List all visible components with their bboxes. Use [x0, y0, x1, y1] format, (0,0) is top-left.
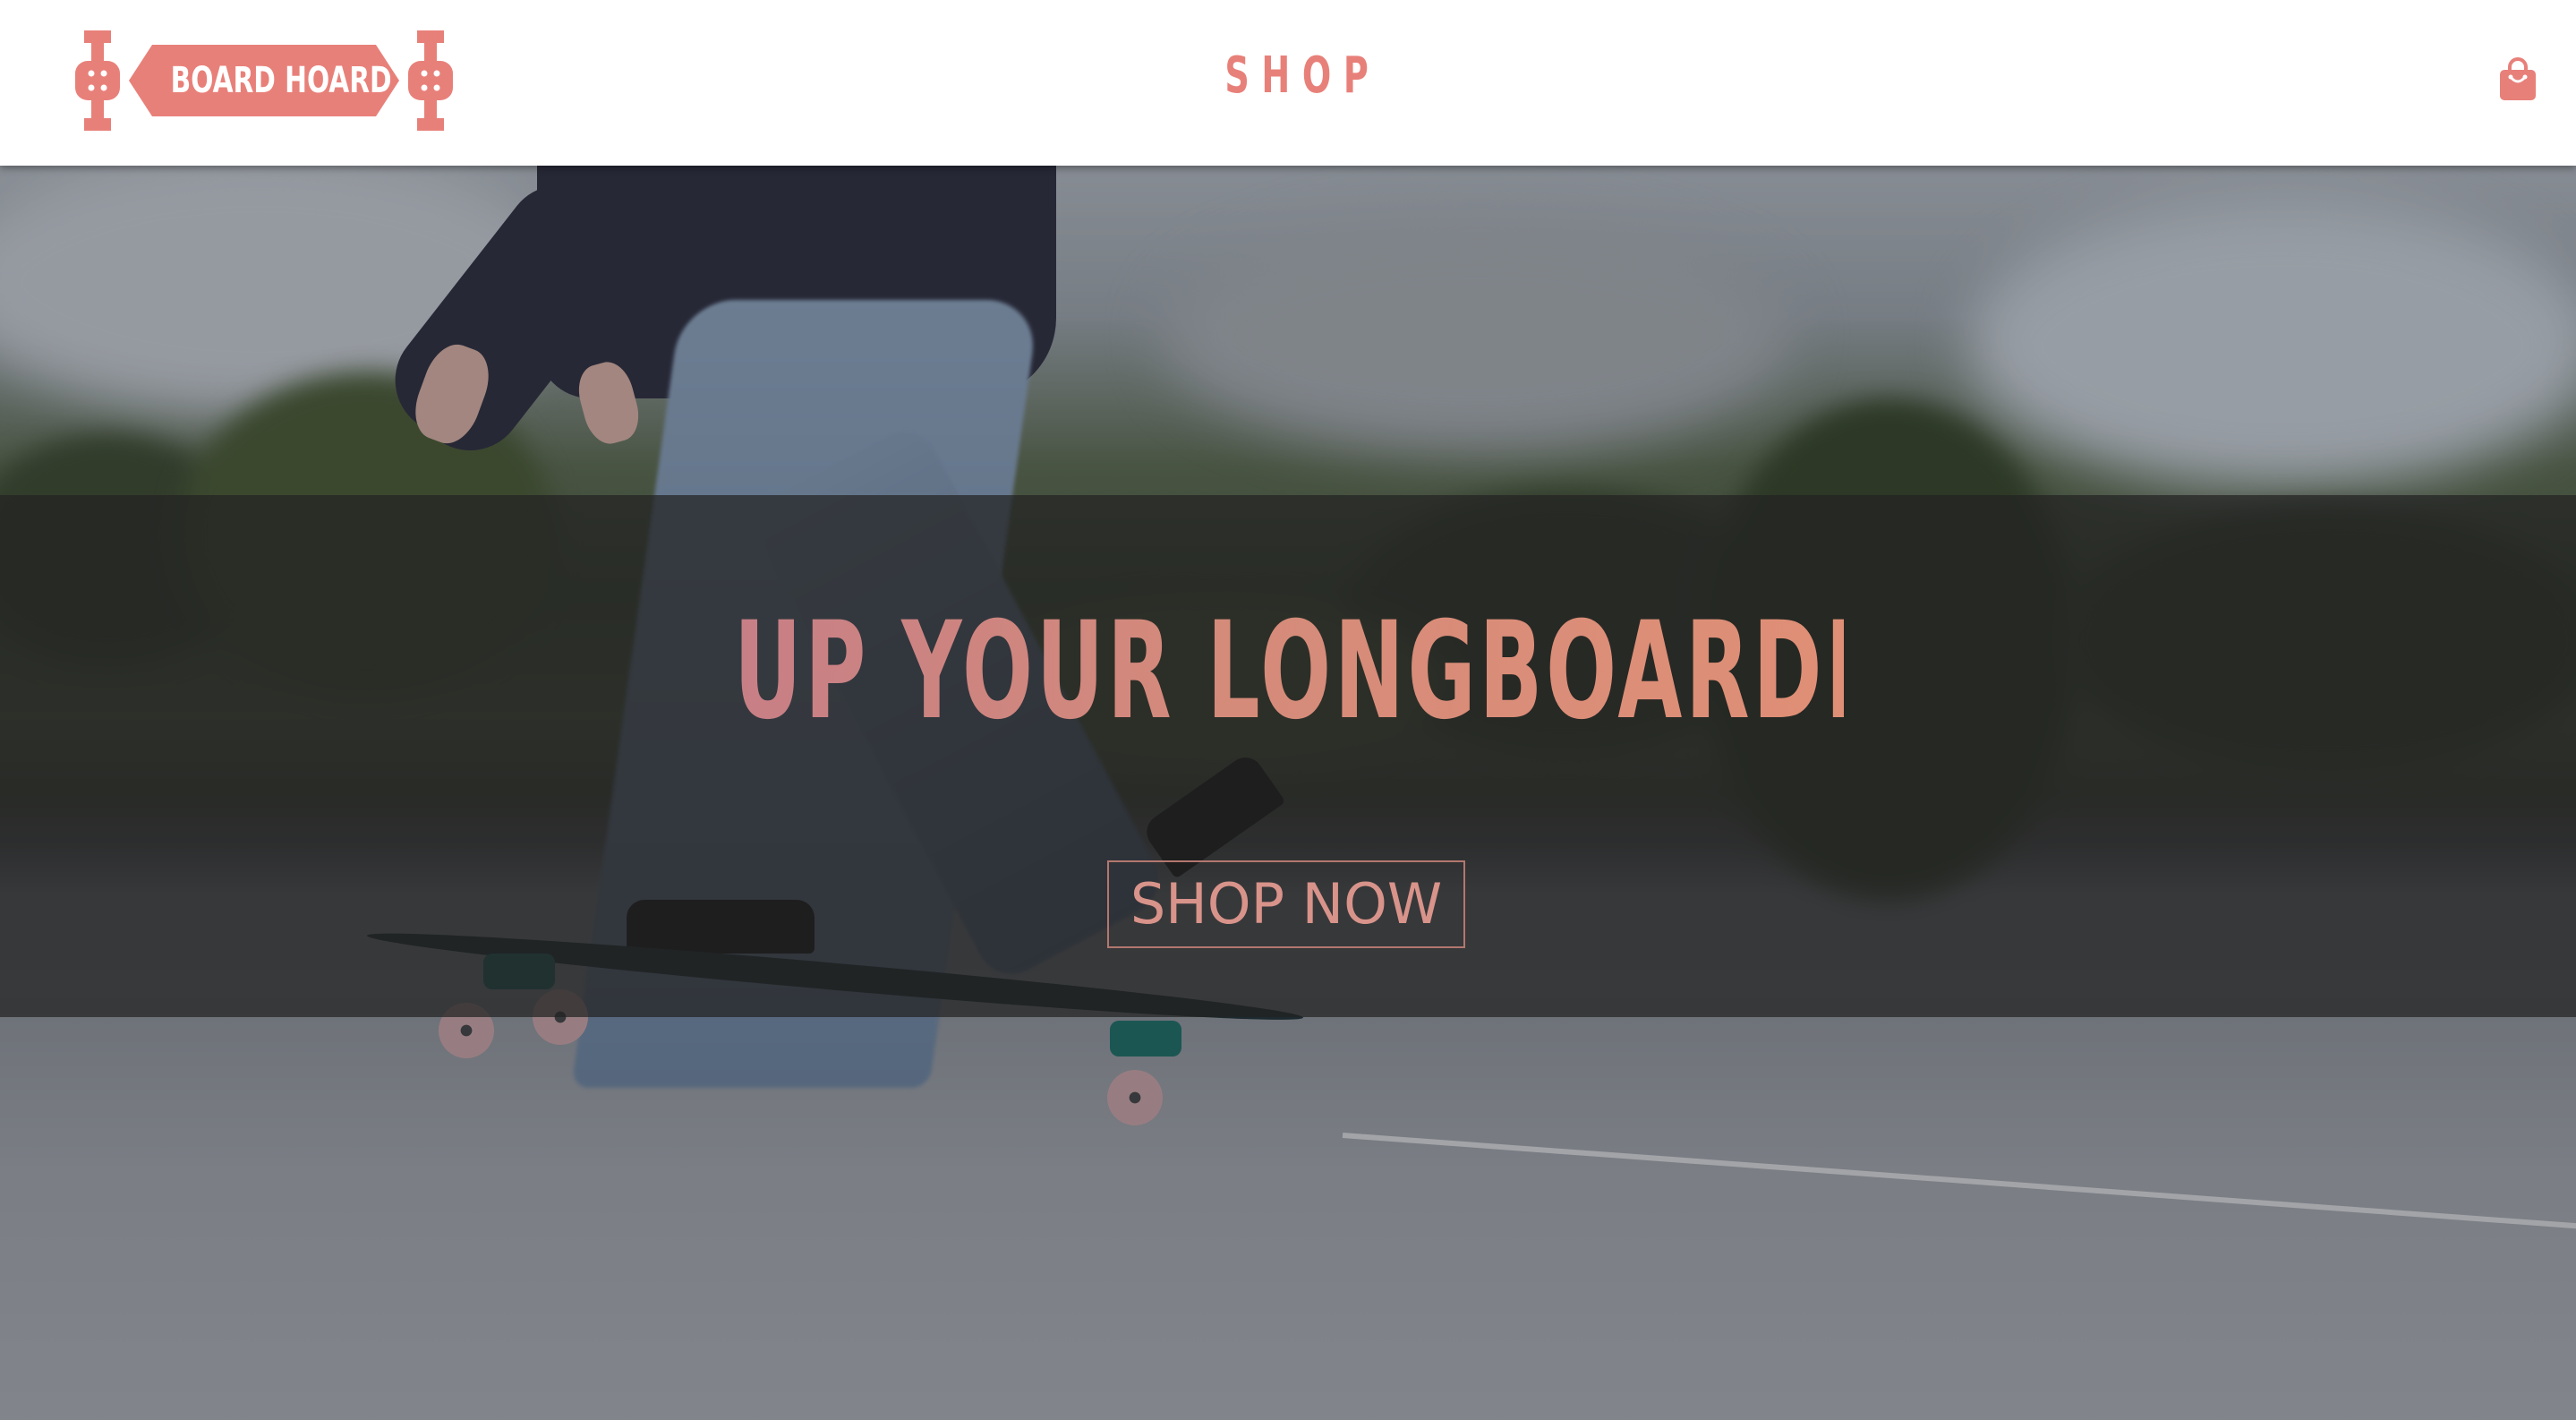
nav-shop-link[interactable]: SHOP: [1224, 40, 1370, 112]
cart-button[interactable]: [2498, 57, 2538, 102]
shopping-bag-icon: [2500, 57, 2536, 100]
site-header: BOARD HOARD SHOP: [0, 0, 2576, 166]
hero-section: UP YOUR LONGBOARDING GAME SHOP NOW: [0, 166, 2576, 1420]
logo-wordmark: BOARD HOARD: [170, 60, 392, 101]
hero-headline: UP YOUR LONGBOARDING GAME: [734, 594, 2323, 749]
board-hoard-logo[interactable]: BOARD HOARD: [75, 30, 453, 131]
shop-now-button[interactable]: SHOP NOW: [1107, 860, 1465, 948]
